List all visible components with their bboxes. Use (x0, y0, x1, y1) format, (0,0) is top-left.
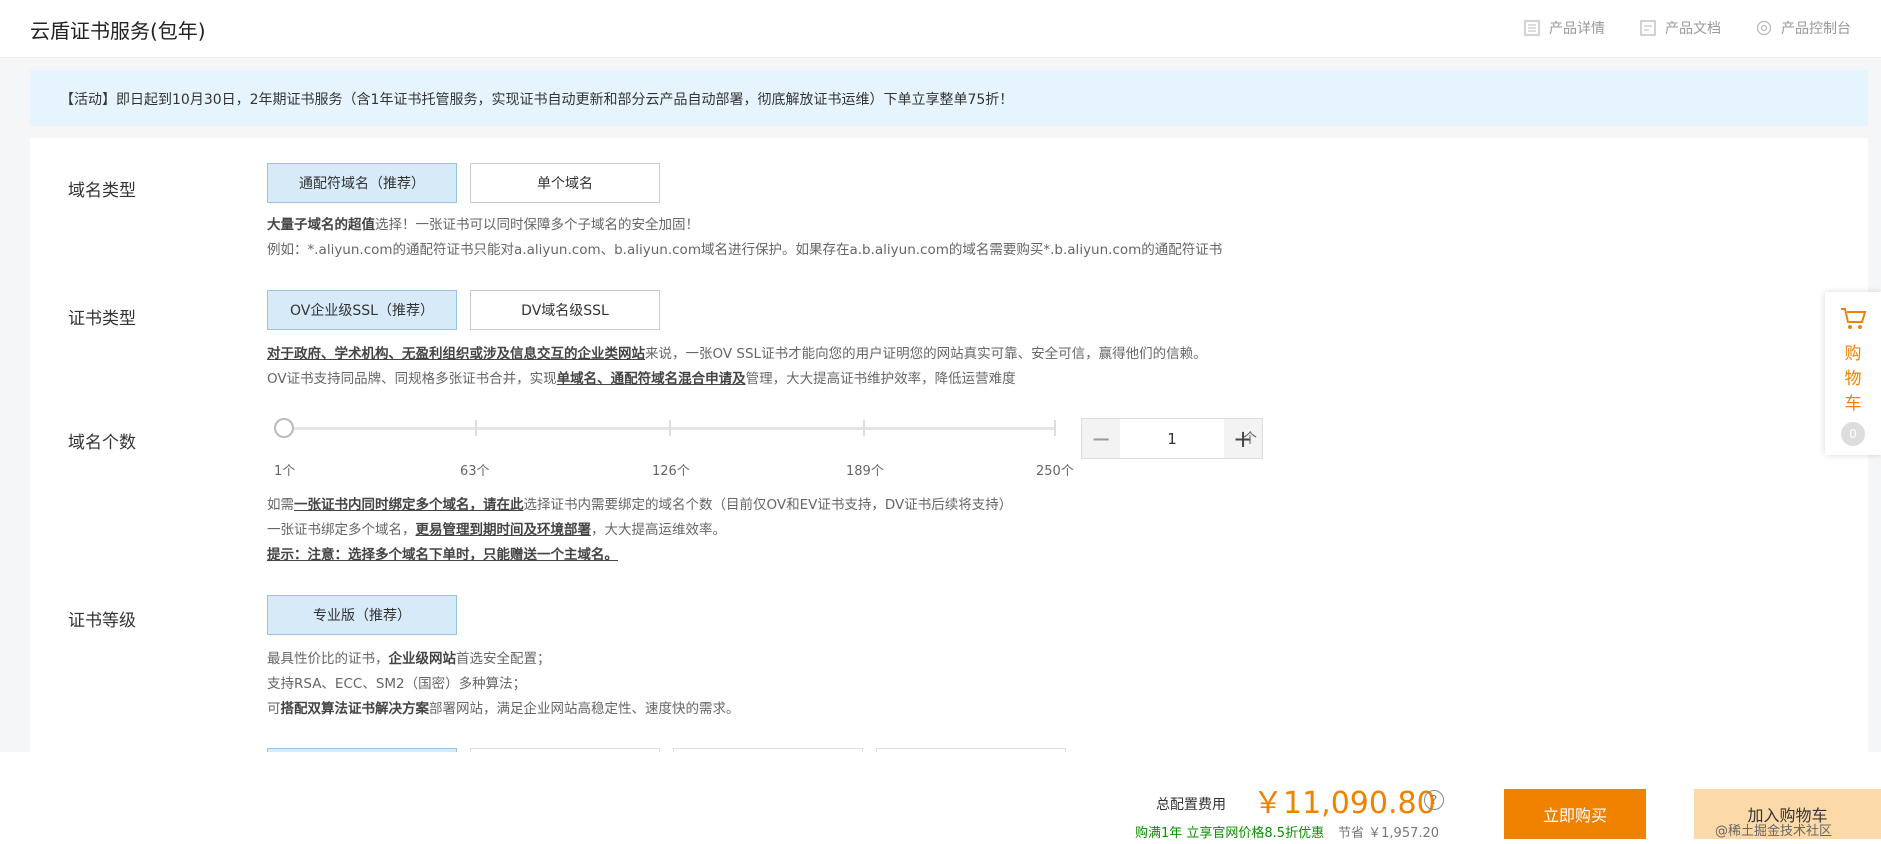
cert-level-label: 证书等级 (68, 611, 136, 631)
domain-count-input[interactable]: 1 (1120, 419, 1224, 458)
slider-handle[interactable] (274, 418, 294, 438)
watermark-text: @稀土掘金技术社区 (1715, 824, 1833, 839)
tick-label: 189个 (846, 464, 884, 479)
buy-now-button[interactable]: 立即购买 (1504, 789, 1646, 839)
slider-tick (475, 420, 477, 436)
tick-label: 126个 (652, 464, 690, 479)
desc-text: 部署网站，满足企业网站高稳定性、速度快的需求。 (429, 701, 740, 717)
savings-label: 节省 (1338, 826, 1365, 841)
desc-tip: 提示：注意：选择多个域名下单时，只能赠送一个主域名。 (267, 547, 618, 563)
tick-label: 250个 (1036, 464, 1074, 479)
document-icon (1640, 20, 1656, 36)
product-details-link[interactable]: 产品详情 (1523, 18, 1605, 38)
decrement-button[interactable]: − (1082, 419, 1120, 458)
option-dv-ssl[interactable]: DV域名级SSL (470, 290, 660, 330)
desc-text: 管理，大大提高证书维护效率，降低运营难度 (745, 371, 1016, 387)
order-footer: 总配置费用 ￥11,090.80 ? 购满1年 立享官网价格8.5折优惠 节省 … (0, 752, 1881, 844)
promo-banner-text: 【活动】即日起到10月30日，2年期证书服务（含1年证书托管服务，实现证书自动更… (60, 92, 1014, 108)
help-icon[interactable]: ? (1424, 790, 1444, 810)
option-ov-ssl[interactable]: OV企业级SSL（推荐） (267, 290, 457, 330)
product-console-label: 产品控制台 (1781, 21, 1851, 37)
floating-cart[interactable]: 购物车 0 (1825, 292, 1881, 455)
savings-amount: ￥1,957.20 (1368, 826, 1440, 841)
product-console-link[interactable]: 产品控制台 (1755, 18, 1851, 38)
total-price: ￥11,090.80 (1253, 786, 1436, 821)
slider-tick (669, 420, 671, 436)
config-panel: 域名类型 通配符域名（推荐） 单个域名 大量子域名的超值选择！一张证书可以同时保… (30, 138, 1868, 758)
desc-text: 如需 (267, 497, 294, 513)
header-links: 产品详情 产品文档 产品控制台 (1523, 18, 1851, 38)
domain-count-unit: 个 (1243, 431, 1257, 447)
desc-text: 例如：*.aliyun.com的通配符证书只能对a.aliyun.com、b.a… (267, 242, 1223, 258)
option-single-domain[interactable]: 单个域名 (470, 163, 660, 203)
option-wildcard-domain[interactable]: 通配符域名（推荐） (267, 163, 457, 203)
product-docs-link[interactable]: 产品文档 (1639, 18, 1721, 38)
desc-bold: 企业级网站 (388, 651, 457, 667)
slider-tick (1054, 420, 1056, 436)
desc-text: 选择！一张证书可以同时保障多个子域名的安全加固！ (375, 217, 699, 233)
option-professional[interactable]: 专业版（推荐） (267, 595, 457, 635)
desc-text: 可 (267, 701, 281, 717)
total-cost-label: 总配置费用 (1156, 797, 1226, 813)
desc-text: 来说，一张OV SSL证书才能向您的用户证明您的网站真实可靠、安全可信，赢得他们… (645, 346, 1207, 362)
savings: 节省 ￥1,957.20 (1338, 822, 1439, 841)
cert-level-desc: 最具性价比的证书，企业级网站首选安全配置； 支持RSA、ECC、SM2（国密）多… (267, 647, 740, 722)
cart-label: 购物车 (1844, 344, 1862, 414)
domain-type-label: 域名类型 (68, 181, 136, 201)
product-details-label: 产品详情 (1549, 21, 1605, 37)
domain-type-desc: 大量子域名的超值选择！一张证书可以同时保障多个子域名的安全加固！ 例如：*.al… (267, 213, 1222, 263)
desc-text: 一张证书绑定多个域名， (267, 522, 416, 538)
desc-text: 选择证书内需要绑定的域名个数（目前仅OV和EV证书支持，DV证书后续将支持） (523, 497, 1013, 513)
desc-text: 最具性价比的证书， (267, 651, 389, 667)
desc-bold: 大量子域名的超值 (267, 217, 375, 233)
product-docs-label: 产品文档 (1665, 21, 1721, 37)
desc-bold: 对于政府、学术机构、无盈利组织或涉及信息交互的企业类网站 (267, 346, 645, 362)
desc-text: 首选安全配置； (456, 651, 551, 667)
desc-bold: 更易管理到期时间及环境部署 (415, 522, 592, 538)
desc-text: 支持RSA、ECC、SM2（国密）多种算法； (267, 676, 527, 692)
desc-text: OV证书支持同品牌、同规格多张证书合并，实现 (267, 371, 557, 387)
slider-tick (863, 420, 865, 436)
cart-count-badge: 0 (1841, 422, 1865, 446)
desc-bold: 单域名、通配符域名混合申请及 (556, 371, 746, 387)
gear-icon (1756, 20, 1772, 36)
tick-label: 1个 (274, 464, 296, 479)
domain-count-slider[interactable] (274, 408, 1062, 448)
top-header: 云盾证书服务(包年) 产品详情 产品文档 产品控制台 (0, 0, 1881, 58)
domain-count-stepper: − 1 + (1081, 418, 1263, 459)
desc-text: ，大大提高运维效率。 (591, 522, 726, 538)
document-list-icon (1524, 20, 1540, 36)
desc-bold: 一张证书内同时绑定多个域名，请在此 (294, 497, 524, 513)
cert-type-label: 证书类型 (68, 309, 136, 329)
domain-count-desc: 如需一张证书内同时绑定多个域名，请在此选择证书内需要绑定的域名个数（目前仅OV和… (267, 493, 1012, 568)
domain-count-label: 域名个数 (68, 433, 136, 453)
tick-label: 63个 (460, 464, 490, 479)
cert-type-desc: 对于政府、学术机构、无盈利组织或涉及信息交互的企业类网站来说，一张OV SSL证… (267, 342, 1207, 392)
promo-banner: 【活动】即日起到10月30日，2年期证书服务（含1年证书托管服务，实现证书自动更… (30, 70, 1868, 126)
promo-text: 购满1年 立享官网价格8.5折优惠 (1135, 826, 1325, 841)
page-title: 云盾证书服务(包年) (30, 19, 206, 43)
desc-bold: 搭配双算法证书解决方案 (280, 701, 430, 717)
cart-icon (1841, 308, 1867, 329)
